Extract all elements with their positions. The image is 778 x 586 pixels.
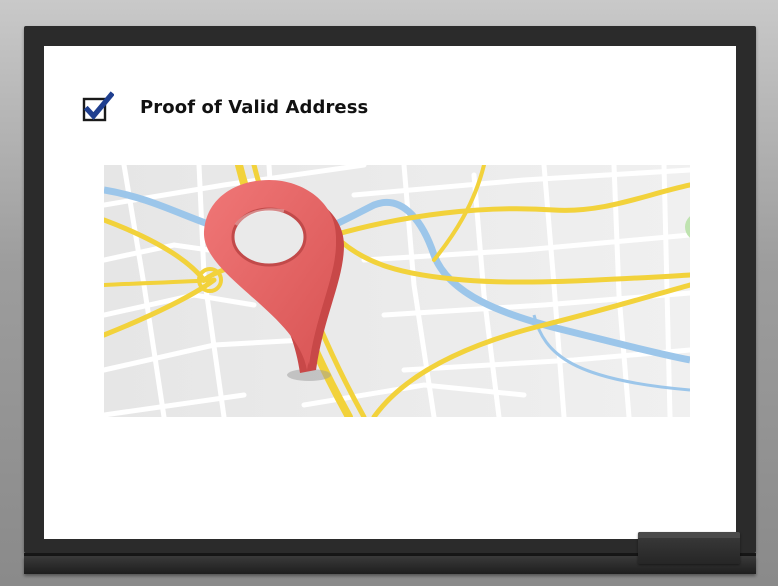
slide-heading: Proof of Valid Address [140,96,369,118]
eraser-top [638,532,740,538]
checked-checkbox-icon [82,91,114,122]
heading-row: Proof of Valid Address [82,89,368,125]
map-with-location-pin-image [104,165,690,417]
